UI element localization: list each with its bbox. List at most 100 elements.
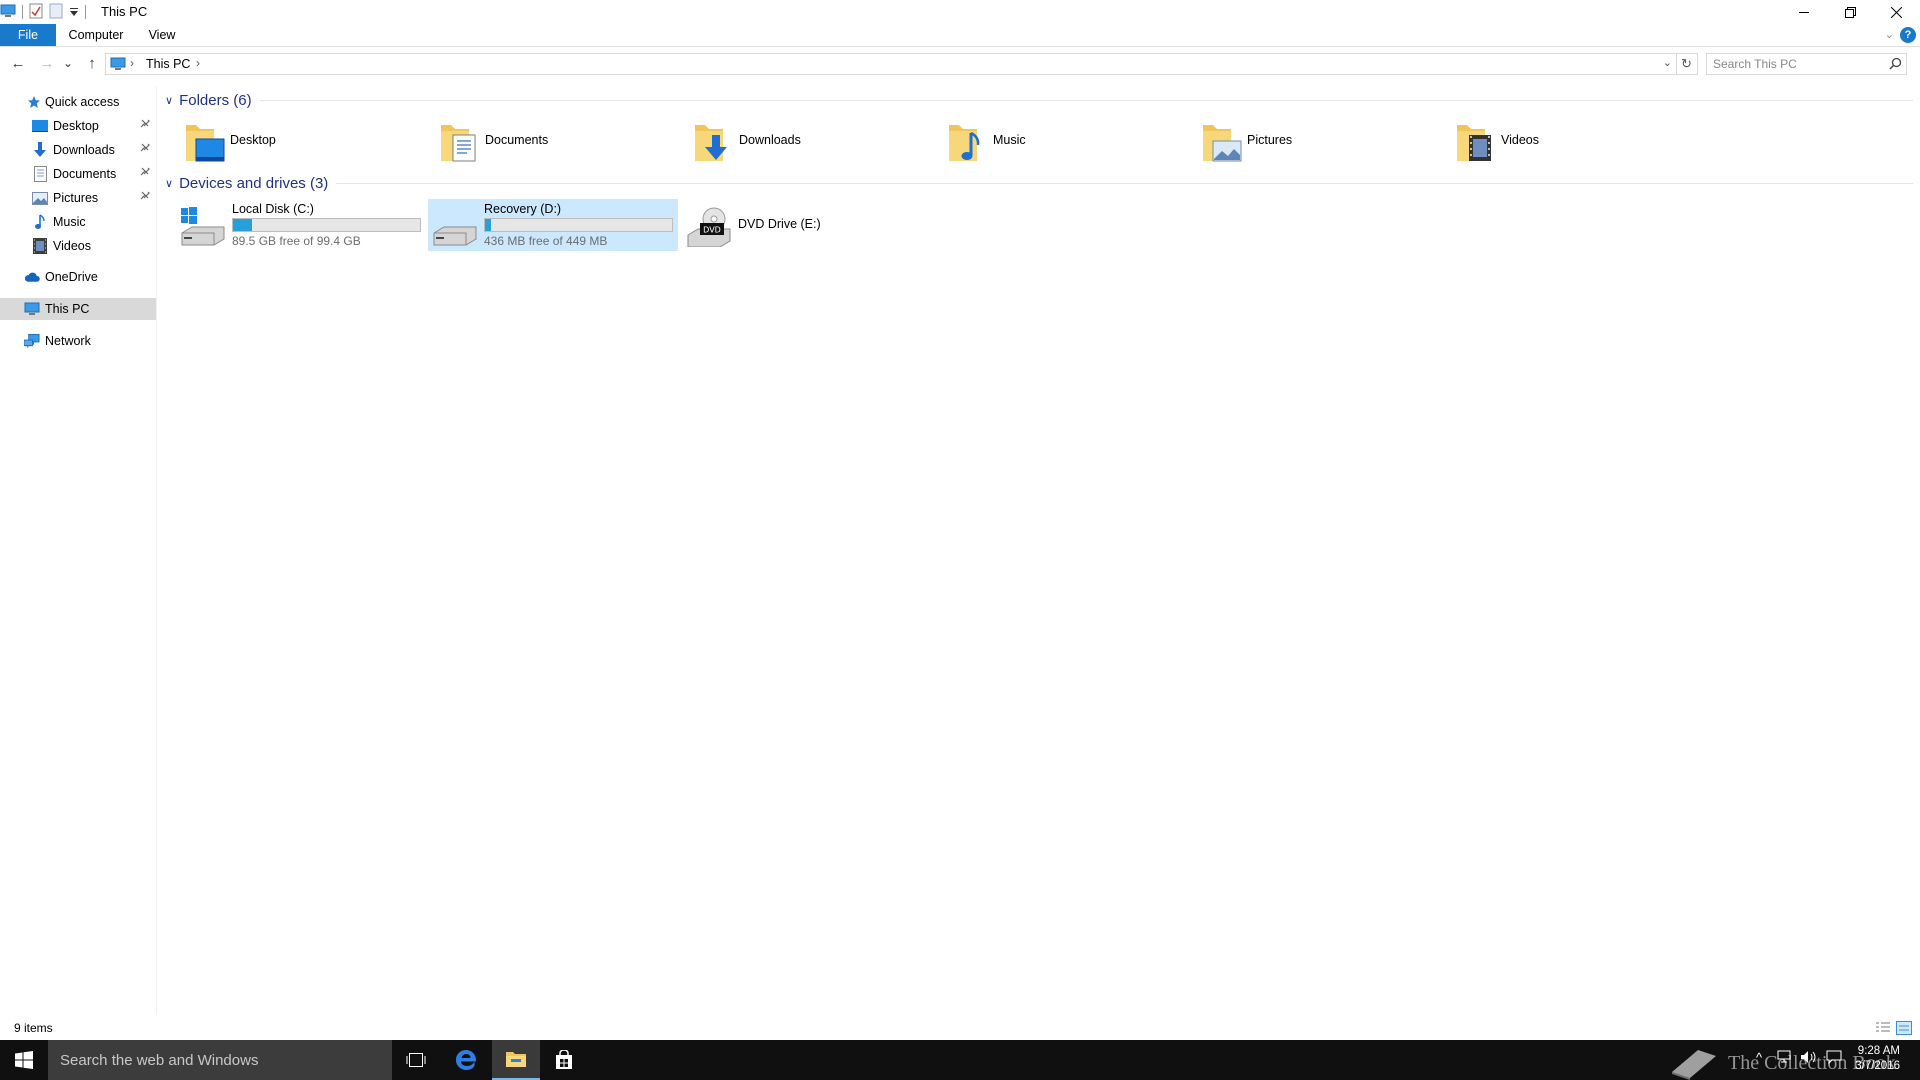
expand-ribbon-icon[interactable]: ⌄: [1885, 28, 1894, 41]
breadcrumb-chevron-icon[interactable]: ›: [130, 56, 134, 70]
sidebar-item-documents[interactable]: Documents: [0, 163, 156, 185]
folder-music[interactable]: Music: [947, 117, 1177, 167]
network-tray-icon[interactable]: [1776, 1050, 1792, 1067]
tray-overflow-icon[interactable]: ^: [1756, 1050, 1762, 1065]
sidebar-item-label: Videos: [53, 239, 91, 253]
sidebar-item-this-pc[interactable]: This PC: [0, 298, 156, 320]
group-divider: [259, 99, 1913, 101]
drives-group-title: Devices and drives (3): [179, 174, 329, 192]
drive-name: Recovery (D:): [484, 202, 562, 216]
folder-desktop[interactable]: Desktop: [184, 117, 414, 167]
forward-arrow-icon: →: [39, 54, 55, 72]
pc-icon: [110, 57, 126, 74]
pin-icon[interactable]: [140, 191, 150, 206]
drive-dvd-e[interactable]: DVD DVD Drive (E:): [682, 199, 932, 251]
recent-locations-button[interactable]: ⌄: [62, 55, 74, 71]
folder-documents[interactable]: Documents: [439, 117, 669, 167]
pin-icon[interactable]: [140, 119, 150, 134]
sidebar-item-label: Downloads: [53, 143, 115, 157]
folders-group-header[interactable]: ∨ Folders (6): [165, 90, 1913, 110]
back-button[interactable]: ←: [8, 54, 28, 72]
large-icons-view-icon[interactable]: [1896, 1021, 1912, 1035]
drive-name: DVD Drive (E:): [738, 217, 821, 231]
music-folder-icon: [947, 121, 991, 165]
refresh-button[interactable]: ↻: [1676, 53, 1698, 75]
search-input[interactable]: [1713, 54, 1883, 74]
store-button[interactable]: [540, 1040, 588, 1080]
start-button[interactable]: [0, 1040, 48, 1080]
sidebar-item-label: Network: [45, 334, 91, 348]
sidebar-item-label: Quick access: [45, 95, 120, 109]
folder-videos[interactable]: Videos: [1455, 117, 1685, 167]
search-icon[interactable]: [1889, 57, 1902, 73]
qat-separator: [22, 5, 23, 19]
drive-name: Local Disk (C:): [232, 202, 314, 216]
help-icon[interactable]: ?: [1900, 27, 1916, 43]
tab-view[interactable]: View: [140, 24, 184, 46]
sidebar-item-pictures[interactable]: Pictures: [0, 187, 156, 209]
drive-recovery-d[interactable]: Recovery (D:) 436 MB free of 449 MB: [428, 199, 678, 251]
folder-label: Videos: [1501, 133, 1539, 147]
drives-group-header[interactable]: ∨ Devices and drives (3): [165, 173, 1913, 193]
drive-usage-fill: [233, 219, 252, 231]
file-explorer-button[interactable]: [492, 1040, 540, 1080]
new-folder-icon[interactable]: [49, 3, 63, 22]
store-icon: [556, 1050, 572, 1069]
chevron-down-icon[interactable]: ∨: [165, 94, 173, 107]
file-explorer-icon: [506, 1052, 526, 1067]
address-dropdown-icon[interactable]: ⌄: [1663, 56, 1672, 69]
close-button[interactable]: [1873, 0, 1919, 24]
action-center-icon[interactable]: [1826, 1050, 1842, 1067]
edge-button[interactable]: [442, 1040, 490, 1080]
sidebar-item-music[interactable]: Music: [0, 211, 156, 233]
pin-icon[interactable]: [140, 167, 150, 182]
breadcrumb-chevron-icon[interactable]: ›: [196, 56, 200, 70]
drive-usage-bar: [484, 218, 673, 232]
forward-button[interactable]: →: [37, 54, 57, 72]
sidebar-item-videos[interactable]: Videos: [0, 235, 156, 257]
volume-icon[interactable]: [1800, 1050, 1818, 1067]
sidebar-item-label: Music: [53, 215, 86, 229]
sidebar-item-downloads[interactable]: Downloads: [0, 139, 156, 161]
minimize-button[interactable]: [1781, 0, 1827, 24]
customize-qat-icon[interactable]: [69, 4, 79, 20]
desktop-icon: [32, 118, 48, 134]
group-divider: [336, 182, 1913, 184]
sidebar-item-network[interactable]: Network: [0, 330, 156, 352]
sidebar-item-label: Pictures: [53, 191, 99, 205]
sidebar-item-label: OneDrive: [45, 270, 98, 284]
restore-button[interactable]: [1827, 0, 1873, 24]
task-view-icon: [406, 1053, 426, 1067]
folder-label: Documents: [485, 133, 549, 147]
chevron-down-icon: ⌄: [62, 56, 74, 70]
pc-icon[interactable]: [0, 4, 16, 21]
tab-computer[interactable]: Computer: [60, 24, 132, 46]
clock-date: 3/7/2016: [1855, 1060, 1900, 1072]
tab-file[interactable]: File: [0, 24, 56, 46]
windows-drive-icon: [180, 207, 226, 247]
up-arrow-icon: ↑: [88, 54, 96, 72]
details-view-icon[interactable]: [1875, 1021, 1891, 1035]
chevron-down-icon[interactable]: ∨: [165, 177, 173, 190]
taskbar-search-box[interactable]: [48, 1040, 392, 1080]
sidebar-item-quick-access[interactable]: Quick access: [0, 91, 156, 113]
taskbar-clock[interactable]: 9:28 AM 3/7/2016: [1855, 1044, 1900, 1074]
sidebar-item-desktop[interactable]: Desktop: [0, 115, 156, 137]
music-icon: [32, 214, 48, 230]
task-view-button[interactable]: [392, 1040, 440, 1080]
taskbar-search-input[interactable]: [60, 1050, 380, 1070]
back-arrow-icon: ←: [10, 54, 26, 72]
status-bar: 9 items: [0, 1015, 1920, 1039]
up-button[interactable]: ↑: [82, 54, 102, 72]
drive-usage-bar: [232, 218, 421, 232]
drive-local-disk-c[interactable]: Local Disk (C:) 89.5 GB free of 99.4 GB: [176, 199, 426, 251]
breadcrumb-this-pc[interactable]: This PC: [146, 57, 190, 71]
folder-downloads[interactable]: Downloads: [693, 117, 923, 167]
search-box[interactable]: [1706, 53, 1907, 75]
folder-pictures[interactable]: Pictures: [1201, 117, 1431, 167]
folder-label: Desktop: [230, 133, 276, 147]
address-bar[interactable]: › This PC › ⌄: [105, 53, 1677, 75]
sidebar-item-onedrive[interactable]: OneDrive: [0, 266, 156, 288]
pin-icon[interactable]: [140, 143, 150, 158]
properties-icon[interactable]: [29, 3, 43, 22]
